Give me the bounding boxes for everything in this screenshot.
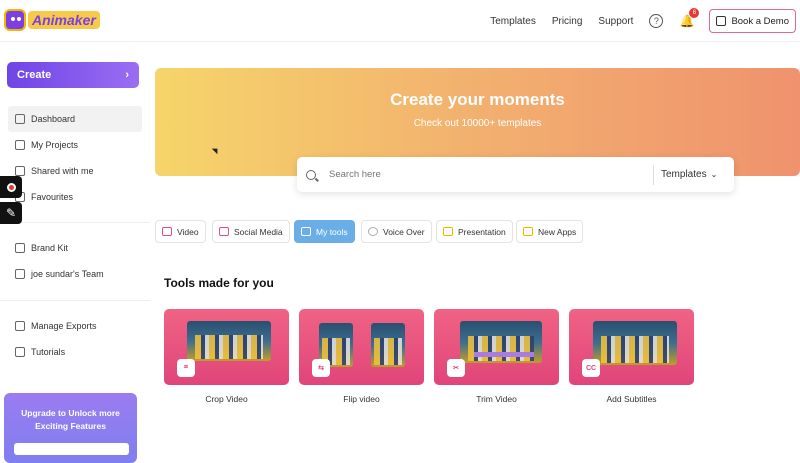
grid-icon <box>15 114 25 124</box>
search-category-select[interactable]: Templates ⌄ <box>661 169 717 180</box>
tab-voice-over[interactable]: Voice Over <box>361 220 432 243</box>
create-button-label: Create <box>17 69 52 81</box>
tab-label: Social Media <box>234 226 283 237</box>
record-icon[interactable] <box>0 176 22 198</box>
tab-new-apps[interactable]: New Apps <box>516 220 584 243</box>
tool-card-add-subtitles[interactable]: CC <box>569 309 694 385</box>
closed-captions-icon: CC <box>582 359 600 377</box>
sidebar-item-dashboard[interactable]: Dashboard <box>8 106 142 132</box>
sidebar-item-manage-exports[interactable]: Manage Exports <box>8 313 142 339</box>
nav-pricing[interactable]: Pricing <box>552 16 583 27</box>
sidebar-item-tutorials[interactable]: Tutorials <box>8 339 142 365</box>
create-button[interactable]: Create › <box>7 62 139 88</box>
tab-label: My tools <box>316 226 348 237</box>
tab-video[interactable]: Video <box>155 220 206 243</box>
calendar-icon <box>716 16 727 26</box>
presentation-icon <box>443 227 453 236</box>
sidebar-item-label: My Projects <box>31 140 79 150</box>
sidebar-divider <box>0 222 150 223</box>
crop-icon: ⌗ <box>177 359 195 377</box>
header-nav: Templates Pricing Support ? 🔔 6 Book a De… <box>490 0 800 42</box>
team-icon <box>15 269 25 279</box>
trim-timeline-strip <box>474 352 534 357</box>
flip-video-thumbnail-right <box>371 323 405 367</box>
tool-label-flip-video[interactable]: Flip video <box>299 394 424 404</box>
sidebar-item-team[interactable]: joe sundar's Team <box>8 261 142 287</box>
apps-icon <box>523 227 533 236</box>
tools-section-title: Tools made for you <box>164 276 274 290</box>
tab-label: Video <box>177 226 199 237</box>
tab-label: New Apps <box>538 226 577 237</box>
sidebar-item-brand-kit[interactable]: Brand Kit <box>8 235 142 261</box>
tool-label-crop-video[interactable]: Crop Video <box>164 394 289 404</box>
upgrade-banner[interactable]: Upgrade to Unlock more Exciting Features <box>4 393 137 463</box>
microphone-icon <box>368 227 378 236</box>
export-icon <box>15 321 25 331</box>
scissors-icon: ✂ <box>447 359 465 377</box>
sidebar-item-label: Tutorials <box>31 347 66 357</box>
upgrade-text: Upgrade to Unlock more Exciting Features <box>21 408 120 431</box>
subtitles-thumbnail <box>593 321 677 365</box>
tab-social-media[interactable]: Social Media <box>212 220 290 243</box>
hero-subtitle: Check out 10000+ templates <box>413 118 542 129</box>
file-icon <box>15 140 25 150</box>
top-header: Animaker Templates Pricing Support ? 🔔 6 … <box>0 0 800 42</box>
book-demo-label: Book a Demo <box>731 15 789 27</box>
sidebar: Create › Dashboard My Projects Shared wi… <box>0 42 150 463</box>
tab-label: Voice Over <box>383 226 425 237</box>
sidebar-item-label: Brand Kit <box>31 243 69 253</box>
sidebar-item-label: Favourites <box>31 192 74 202</box>
chevron-right-icon: › <box>125 69 129 81</box>
tab-label: Presentation <box>458 226 506 237</box>
brand-name: Animaker <box>28 11 100 29</box>
nav-support[interactable]: Support <box>598 16 633 27</box>
notification-bell-icon[interactable]: 🔔 6 <box>679 8 700 28</box>
tool-label-add-subtitles[interactable]: Add Subtitles <box>569 394 694 404</box>
animaker-logo-icon <box>4 9 26 31</box>
flip-icon: ⇆ <box>312 359 330 377</box>
tool-card-flip-video[interactable]: ⇆ <box>299 309 424 385</box>
search-category-label: Templates <box>661 169 707 180</box>
video-icon <box>162 227 172 236</box>
brand-logo[interactable]: Animaker <box>4 9 100 31</box>
tab-my-tools[interactable]: My tools <box>294 220 355 243</box>
sidebar-item-favourites[interactable]: Favourites <box>8 184 142 210</box>
sidebar-item-label: Dashboard <box>31 114 76 124</box>
nav-templates[interactable]: Templates <box>490 16 536 27</box>
search-divider <box>653 164 654 185</box>
tutorial-icon <box>15 347 25 357</box>
tool-label-trim-video[interactable]: Trim Video <box>434 394 559 404</box>
notification-count-badge: 6 <box>689 8 700 18</box>
share-icon <box>15 166 25 176</box>
search-input[interactable] <box>329 169 649 180</box>
sidebar-item-label: Shared with me <box>31 166 94 176</box>
template-search-bar: Templates ⌄ <box>297 157 734 192</box>
tools-icon <box>301 227 311 236</box>
sidebar-item-label: joe sundar's Team <box>31 269 104 279</box>
book-demo-button[interactable]: Book a Demo <box>709 9 796 33</box>
sidebar-item-label: Manage Exports <box>31 321 97 331</box>
help-icon[interactable]: ? <box>649 14 664 28</box>
tool-card-trim-video[interactable]: ✂ <box>434 309 559 385</box>
sidebar-divider <box>0 300 150 301</box>
chevron-down-icon: ⌄ <box>710 170 718 179</box>
sidebar-item-shared[interactable]: Shared with me <box>8 158 142 184</box>
search-icon <box>306 169 316 180</box>
hero-title: Create your moments <box>390 90 565 109</box>
tab-presentation[interactable]: Presentation <box>436 220 513 243</box>
brand-icon <box>15 243 25 253</box>
pen-icon[interactable]: ✎ <box>0 202 22 224</box>
sidebar-item-my-projects[interactable]: My Projects <box>8 132 142 158</box>
social-media-icon <box>219 227 229 236</box>
tool-card-crop-video[interactable]: ⌗ <box>164 309 289 385</box>
crop-video-thumbnail <box>187 321 271 361</box>
upgrade-button[interactable] <box>14 443 129 455</box>
